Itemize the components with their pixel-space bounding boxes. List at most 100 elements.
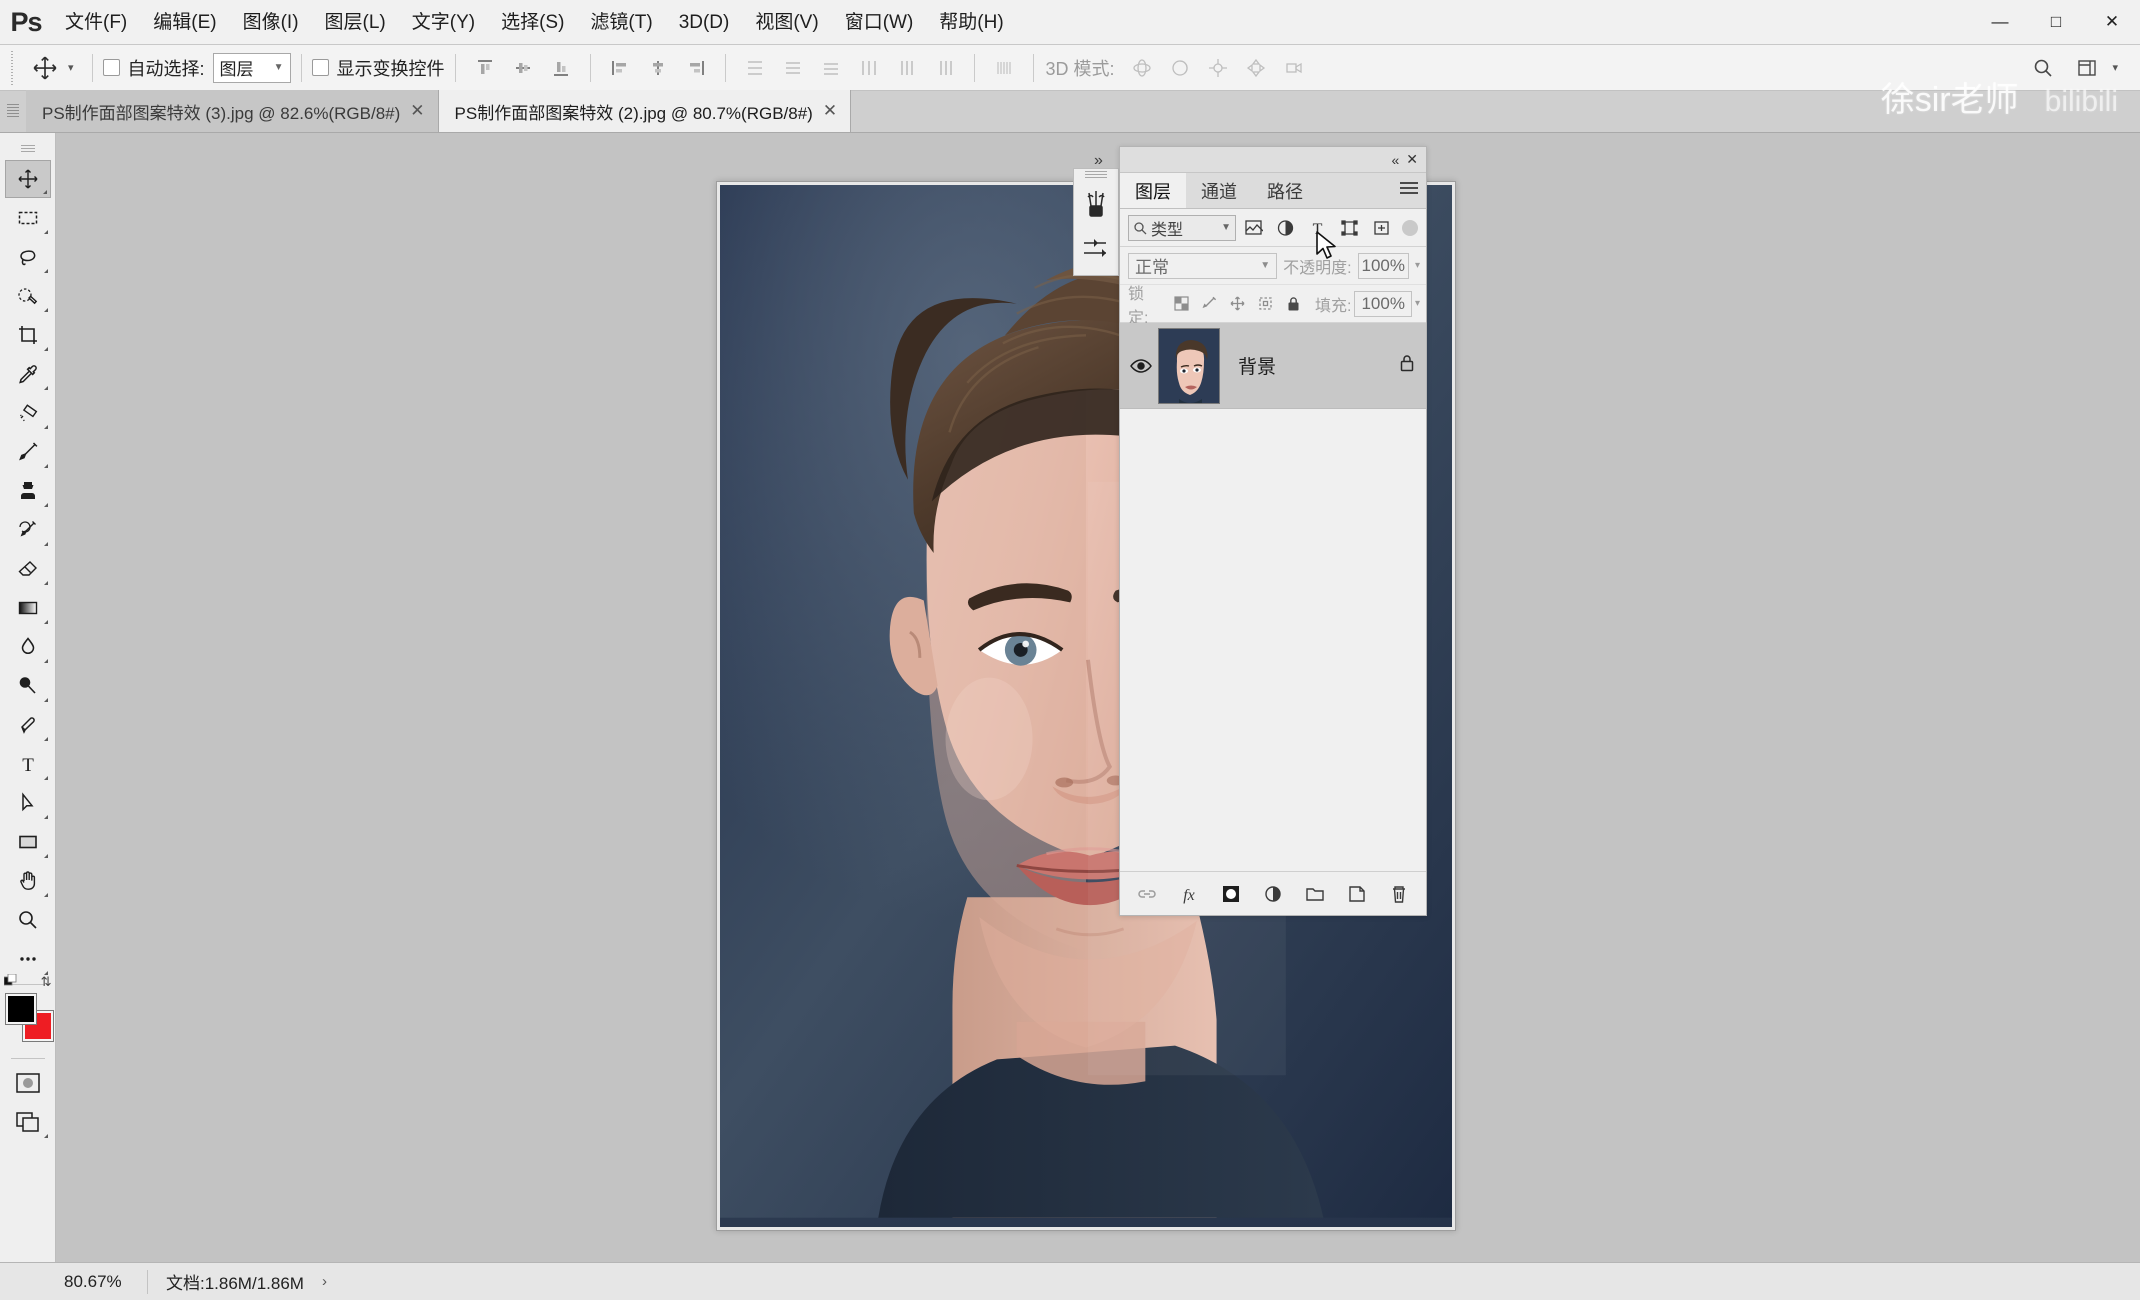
dodge-tool[interactable] <box>5 667 51 705</box>
quick-selection-tool[interactable] <box>5 277 51 315</box>
layer-visibility-eye-icon[interactable] <box>1124 358 1158 374</box>
distribute-spacing-button[interactable] <box>985 51 1023 85</box>
clone-stamp-tool[interactable] <box>5 472 51 510</box>
new-layer-button[interactable] <box>1340 878 1374 910</box>
fill-stepper[interactable]: ▾ <box>1415 298 1420 309</box>
quick-mask-mode-button[interactable] <box>5 1064 51 1102</box>
fill-field[interactable]: 100% <box>1354 290 1412 317</box>
layer-row-background[interactable]: 背景 <box>1120 323 1426 409</box>
layer-style-fx-button[interactable]: fx <box>1172 878 1206 910</box>
menu-edit[interactable]: 编辑(E) <box>140 0 229 45</box>
zoom-level-field[interactable]: 80.67% <box>56 1269 148 1294</box>
menu-filter[interactable]: 滤镜(T) <box>577 0 665 45</box>
brush-tool[interactable] <box>5 433 51 471</box>
layers-list[interactable]: 背景 <box>1120 323 1426 871</box>
panel-menu-icon[interactable] <box>1400 182 1418 196</box>
align-vertical-centers-button[interactable] <box>504 51 542 85</box>
show-transform-controls-checkbox[interactable] <box>311 59 329 76</box>
status-bar-expand-icon[interactable]: › <box>322 1273 327 1290</box>
crop-tool[interactable] <box>5 316 51 354</box>
opacity-stepper[interactable]: ▾ <box>1415 260 1420 271</box>
delete-layer-button[interactable] <box>1382 878 1416 910</box>
tab-layers[interactable]: 图层 <box>1120 173 1186 208</box>
toolbar-grip[interactable] <box>5 139 51 159</box>
tab-channels[interactable]: 通道 <box>1186 173 1252 208</box>
blend-mode-dropdown[interactable]: 正常 ▼ <box>1128 252 1278 279</box>
eyedropper-tool[interactable] <box>5 355 51 393</box>
menu-3d[interactable]: 3D(D) <box>666 0 743 45</box>
orbit-3d-icon[interactable] <box>1123 51 1161 85</box>
document-tab-1-close-icon[interactable]: ✕ <box>410 101 424 121</box>
align-right-edges-button[interactable] <box>677 51 715 85</box>
roll-3d-icon[interactable] <box>1161 51 1199 85</box>
hand-tool[interactable] <box>5 862 51 900</box>
distribute-left-edges-button[interactable] <box>850 51 888 85</box>
edit-toolbar-tool[interactable] <box>5 940 51 978</box>
screen-mode-button[interactable] <box>5 1103 51 1141</box>
menu-type[interactable]: 文字(Y) <box>399 0 488 45</box>
close-panel-icon[interactable]: ✕ <box>1406 151 1418 168</box>
tool-preset-chevron-icon[interactable]: ▾ <box>68 61 74 74</box>
lasso-tool[interactable] <box>5 238 51 276</box>
path-selection-tool[interactable] <box>5 784 51 822</box>
history-brush-tool[interactable] <box>5 511 51 549</box>
distribute-right-edges-button[interactable] <box>926 51 964 85</box>
menu-layer[interactable]: 图层(L) <box>312 0 399 45</box>
auto-select-dropdown[interactable]: 图层 ▼ <box>212 52 291 83</box>
horizontal-type-tool[interactable]: T <box>5 745 51 783</box>
filter-kind-dropdown[interactable]: 类型 ▼ <box>1128 214 1236 241</box>
opacity-field[interactable]: 100% <box>1357 252 1409 279</box>
lock-image-pixels-icon[interactable] <box>1197 291 1222 317</box>
spot-healing-brush-tool[interactable] <box>5 394 51 432</box>
brush-presets-panel-icon[interactable] <box>1076 182 1116 226</box>
close-button[interactable]: ✕ <box>2084 0 2140 45</box>
foreground-color-swatch[interactable] <box>4 993 37 1025</box>
lock-all-icon[interactable] <box>1281 291 1306 317</box>
distribute-vertical-centers-button[interactable] <box>774 51 812 85</box>
options-bar-grip[interactable] <box>8 50 18 85</box>
maximize-button[interactable]: □ <box>2028 0 2084 45</box>
zoom-3d-icon[interactable] <box>1275 51 1313 85</box>
filter-pixel-icon[interactable] <box>1238 214 1268 242</box>
search-icon[interactable] <box>2024 51 2062 85</box>
move-tool[interactable] <box>4 160 51 198</box>
current-tool-move-icon[interactable] <box>22 51 68 85</box>
pen-tool[interactable] <box>5 706 51 744</box>
filter-adjustment-icon[interactable] <box>1270 214 1300 242</box>
align-top-edges-button[interactable] <box>466 51 504 85</box>
filter-smart-object-icon[interactable] <box>1366 214 1396 242</box>
distribute-horizontal-centers-button[interactable] <box>888 51 926 85</box>
workspace-icon[interactable] <box>2068 51 2106 85</box>
canvas-area[interactable] <box>56 133 2140 1262</box>
document-tab-2-close-icon[interactable]: ✕ <box>823 101 837 121</box>
lock-artboard-icon[interactable] <box>1253 291 1278 317</box>
gradient-tool[interactable] <box>5 589 51 627</box>
layer-lock-icon[interactable] <box>1398 353 1416 378</box>
layer-thumbnail[interactable] <box>1158 327 1220 404</box>
menu-view[interactable]: 视图(V) <box>742 0 831 45</box>
document-tab-1[interactable]: PS制作面部图案特效 (3).jpg @ 82.6%(RGB/8#) ✕ <box>26 90 439 132</box>
lock-position-icon[interactable] <box>1225 291 1250 317</box>
new-adjustment-layer-button[interactable] <box>1256 878 1290 910</box>
align-left-edges-button[interactable] <box>601 51 639 85</box>
layers-panel-titlebar[interactable]: « ✕ <box>1120 147 1426 173</box>
layer-name[interactable]: 背景 <box>1238 352 1398 379</box>
menu-image[interactable]: 图像(I) <box>230 0 312 45</box>
minimize-button[interactable]: — <box>1972 0 2028 45</box>
chevron-down-icon[interactable]: ▾ <box>2112 61 2118 74</box>
pan-3d-icon[interactable] <box>1199 51 1237 85</box>
blur-tool[interactable] <box>5 628 51 666</box>
swap-colors-icon[interactable]: ⇅ <box>41 974 52 990</box>
new-group-button[interactable] <box>1298 878 1332 910</box>
add-layer-mask-button[interactable] <box>1214 878 1248 910</box>
tab-paths[interactable]: 路径 <box>1252 173 1318 208</box>
default-colors-icon[interactable] <box>3 973 18 991</box>
align-bottom-edges-button[interactable] <box>542 51 580 85</box>
document-tab-2[interactable]: PS制作面部图案特效 (2).jpg @ 80.7%(RGB/8#) ✕ <box>438 90 852 132</box>
zoom-tool[interactable] <box>5 901 51 939</box>
menu-file[interactable]: 文件(F) <box>52 0 140 45</box>
tab-bar-grip[interactable] <box>0 90 26 132</box>
link-layers-button[interactable] <box>1130 878 1164 910</box>
filter-enable-toggle[interactable] <box>1402 219 1418 236</box>
rectangular-marquee-tool[interactable] <box>5 199 51 237</box>
